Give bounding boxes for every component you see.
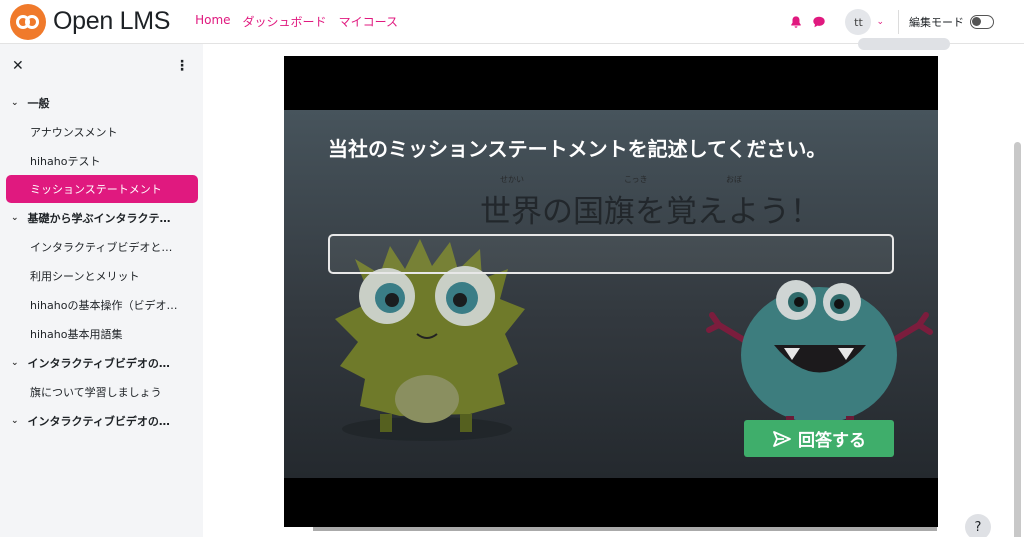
- brand-name: Open LMS: [53, 7, 171, 35]
- edit-mode-label: 編集モード: [909, 16, 964, 29]
- chevron-down-icon[interactable]: ⌄: [11, 416, 19, 426]
- section-interactive-video-2[interactable]: ⌄ インタラクティブビデオの…: [0, 348, 203, 377]
- header-action-pill[interactable]: [858, 38, 950, 50]
- section-title: 基礎から学ぶインタラクテ…: [27, 211, 171, 225]
- chevron-down-icon[interactable]: ⌄: [11, 98, 19, 108]
- section-interactive-video-3[interactable]: ⌄ インタラクティブビデオの…: [0, 406, 203, 435]
- section-title: インタラクティブビデオの…: [27, 356, 170, 370]
- notification-bell-icon[interactable]: [789, 15, 803, 29]
- user-menu-chevron-down-icon[interactable]: ⌄: [876, 17, 884, 27]
- course-item-use-cases[interactable]: 利用シーンとメリット: [0, 261, 203, 290]
- course-item-interactive-video[interactable]: インタラクティブビデオと…: [0, 232, 203, 261]
- nav-home-link[interactable]: Home: [195, 13, 230, 30]
- more-options-icon[interactable]: ⋮: [175, 58, 189, 74]
- ruby-sekai: せかい: [500, 175, 524, 184]
- nav-dashboard-link[interactable]: ダッシュボード: [243, 13, 327, 30]
- course-item-announcements[interactable]: アナウンスメント: [0, 117, 203, 146]
- section-general[interactable]: ⌄ 一般: [0, 88, 203, 117]
- section-interactive-basics[interactable]: ⌄ 基礎から学ぶインタラクテ…: [0, 203, 203, 232]
- primary-nav: Home ダッシュボード マイコース: [195, 13, 398, 30]
- course-index-drawer: ✕ ⋮ ⌄ 一般 アナウンスメント hihahoテスト ミッションステートメント …: [0, 44, 203, 537]
- help-button[interactable]: ?: [965, 514, 991, 537]
- send-arrow-icon: [773, 430, 791, 447]
- user-avatar[interactable]: tt: [845, 9, 872, 35]
- ruby-oboe: おぼ: [726, 175, 742, 184]
- section-title: インタラクティブビデオの…: [27, 414, 170, 428]
- brand-logo[interactable]: Open LMS: [10, 3, 171, 40]
- page-scrollbar[interactable]: [1014, 142, 1021, 537]
- section-title: 一般: [27, 96, 50, 110]
- main-content: せかい こっき おぼ 世界の国旗を覚えよう！ 当社のミッションステートメントを記…: [203, 38, 1024, 537]
- open-lms-logo-icon: [10, 3, 46, 40]
- course-item-flags[interactable]: 旗について学習しましょう: [0, 377, 203, 406]
- chevron-down-icon[interactable]: ⌄: [11, 358, 19, 368]
- interactive-video-player[interactable]: せかい こっき おぼ 世界の国旗を覚えよう！ 当社のミッションステートメントを記…: [284, 56, 938, 527]
- nav-my-courses-link[interactable]: マイコース: [339, 13, 398, 30]
- ruby-kokki: こっき: [624, 175, 648, 184]
- course-item-basic-operations[interactable]: hihahoの基本操作（ビデオ…: [0, 290, 203, 319]
- submit-answer-label: 回答する: [798, 431, 866, 451]
- question-text: 当社のミッションステートメントを記述してください。: [328, 137, 827, 161]
- course-item-glossary[interactable]: hihaho基本用語集: [0, 319, 203, 348]
- video-frame: せかい こっき おぼ 世界の国旗を覚えよう！ 当社のミッションステートメントを記…: [284, 110, 938, 478]
- navbar-divider: [898, 10, 899, 34]
- edit-mode-toggle[interactable]: [970, 15, 994, 29]
- messages-chat-icon[interactable]: [812, 15, 826, 29]
- video-progress-shadow: [313, 527, 937, 531]
- submit-answer-button[interactable]: 回答する: [744, 420, 894, 457]
- course-item-mission-statement[interactable]: ミッションステートメント: [6, 175, 198, 203]
- drawer-header: ✕ ⋮: [0, 44, 203, 88]
- chevron-down-icon[interactable]: ⌄: [11, 213, 19, 223]
- close-drawer-icon[interactable]: ✕: [12, 58, 24, 74]
- answer-input[interactable]: [328, 234, 894, 274]
- teal-monster-illustration: [706, 280, 933, 430]
- course-item-hihaho-test[interactable]: hihahoテスト: [0, 146, 203, 175]
